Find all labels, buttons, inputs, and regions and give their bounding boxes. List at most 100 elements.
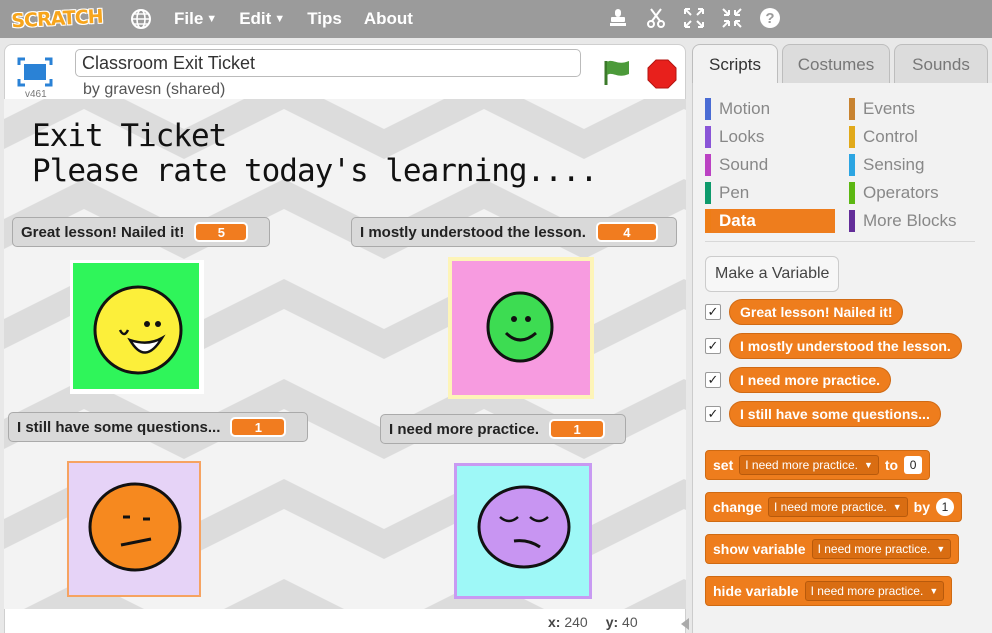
- dropdown-value: I need more practice.: [810, 584, 924, 598]
- project-title-input[interactable]: [75, 49, 581, 77]
- y-value: 40: [622, 614, 638, 630]
- caret-down-icon: ▼: [863, 460, 873, 470]
- variable-monitor[interactable]: I still have some questions... 1: [8, 412, 308, 442]
- green-flag-icon[interactable]: [601, 57, 633, 87]
- variable-dropdown[interactable]: I need more practice. ▼: [804, 581, 945, 601]
- change-variable-block[interactable]: change I need more practice. ▼ by 1: [705, 492, 963, 522]
- x-value: 240: [564, 614, 588, 630]
- menu-edit[interactable]: Edit ▼: [239, 9, 285, 29]
- show-variable-block[interactable]: show variable I need more practice. ▼: [705, 534, 960, 564]
- variable-reporter[interactable]: I still have some questions...: [729, 401, 941, 427]
- value-input[interactable]: 0: [904, 456, 923, 474]
- variable-row: ✓ I need more practice.: [705, 367, 892, 393]
- menu-about[interactable]: About: [364, 9, 413, 29]
- smiling-face-sprite[interactable]: [448, 257, 594, 399]
- variable-monitor[interactable]: Great lesson! Nailed it! 5: [12, 217, 270, 247]
- category-color-bar: [705, 154, 711, 176]
- menu-tips[interactable]: Tips: [307, 9, 342, 29]
- category-color-bar: [705, 182, 711, 204]
- category-data[interactable]: Data: [705, 209, 835, 233]
- tab-sounds[interactable]: Sounds: [894, 44, 988, 84]
- menu-tips-label: Tips: [307, 9, 342, 28]
- category-looks[interactable]: Looks: [705, 125, 764, 149]
- variable-reporter[interactable]: I mostly understood the lesson.: [729, 333, 962, 359]
- duplicate-stamp-icon[interactable]: [606, 6, 630, 30]
- variable-reporter[interactable]: Great lesson! Nailed it!: [729, 299, 904, 325]
- dropdown-value: I need more practice.: [774, 500, 887, 514]
- category-label: Control: [863, 127, 918, 146]
- stage-title-line1: Exit Ticket: [32, 118, 227, 154]
- category-label: Operators: [863, 183, 939, 202]
- cut-scissors-icon[interactable]: [644, 6, 668, 30]
- show-variable-checkbox[interactable]: ✓: [705, 304, 721, 320]
- value-input[interactable]: 1: [936, 498, 955, 516]
- category-sound[interactable]: Sound: [705, 153, 768, 177]
- category-operators[interactable]: Operators: [849, 181, 939, 205]
- stage-title-line2: Please rate today's learning....: [32, 153, 598, 189]
- variable-dropdown[interactable]: I need more practice. ▼: [739, 455, 879, 475]
- variable-monitor[interactable]: I need more practice. 1: [380, 414, 626, 444]
- shrink-icon[interactable]: [720, 6, 744, 30]
- menu-file[interactable]: File ▼: [174, 9, 217, 29]
- category-label: Sensing: [863, 155, 925, 174]
- help-icon[interactable]: ?: [758, 6, 782, 30]
- category-label: Motion: [719, 99, 771, 118]
- category-color-bar: [705, 98, 711, 120]
- stage-title-text: Exit Ticket Please rate today's learning…: [32, 118, 598, 189]
- variable-row: ✓ Great lesson! Nailed it!: [705, 299, 904, 325]
- stop-sign-icon[interactable]: [647, 59, 677, 89]
- show-variable-checkbox[interactable]: ✓: [705, 372, 721, 388]
- category-color-bar: [849, 98, 855, 120]
- menu-edit-label: Edit: [239, 9, 272, 28]
- monitor-value: 1: [230, 417, 287, 437]
- stage-header: v461 by gravesn (shared): [5, 45, 687, 101]
- language-globe-icon[interactable]: [130, 8, 152, 30]
- category-events[interactable]: Events: [849, 97, 915, 121]
- category-control[interactable]: Control: [849, 125, 918, 149]
- variable-monitor[interactable]: I mostly understood the lesson. 4: [351, 217, 677, 247]
- monitor-value: 4: [595, 222, 658, 242]
- variable-dropdown[interactable]: I need more practice. ▼: [768, 497, 908, 517]
- caret-down-icon: ▼: [936, 544, 946, 554]
- show-variable-checkbox[interactable]: ✓: [705, 338, 721, 354]
- monitor-label: I still have some questions...: [17, 418, 221, 436]
- laughing-face-sprite[interactable]: [70, 260, 204, 394]
- category-more-blocks[interactable]: More Blocks: [849, 209, 957, 233]
- variable-reporter[interactable]: I need more practice.: [729, 367, 892, 393]
- presentation-mode-icon[interactable]: [17, 57, 53, 87]
- grow-icon[interactable]: [682, 6, 706, 30]
- category-color-bar: [849, 182, 855, 204]
- monitor-label: I mostly understood the lesson.: [360, 223, 586, 241]
- menu-bar: SCRATCH File ▼ Edit ▼ Tips About ?: [0, 0, 992, 38]
- scroll-left-arrow-icon[interactable]: [680, 617, 690, 631]
- sad-face-sprite[interactable]: [454, 463, 592, 599]
- stage-canvas[interactable]: Exit Ticket Please rate today's learning…: [4, 99, 686, 609]
- palette-divider: [705, 241, 975, 242]
- scratch-editor: SCRATCH File ▼ Edit ▼ Tips About ? v461 …: [0, 0, 992, 633]
- category-color-bar: [849, 126, 855, 148]
- category-label: Sound: [719, 155, 769, 174]
- scratch-logo[interactable]: SCRATCH: [11, 3, 103, 36]
- caret-down-icon: ▼: [892, 502, 902, 512]
- variable-row: ✓ I mostly understood the lesson.: [705, 333, 962, 359]
- dropdown-value: I need more practice.: [817, 542, 931, 556]
- category-label: Pen: [719, 183, 750, 202]
- make-variable-button[interactable]: Make a Variable: [705, 256, 840, 292]
- category-color-bar: [849, 154, 855, 176]
- neutral-face-sprite[interactable]: [67, 461, 201, 597]
- editor-tabs: Scripts Costumes Sounds: [692, 44, 988, 84]
- tab-costumes[interactable]: Costumes: [782, 44, 890, 84]
- dropdown-value: I need more practice.: [745, 458, 858, 472]
- category-label: More Blocks: [863, 211, 957, 230]
- category-pen[interactable]: Pen: [705, 181, 749, 205]
- category-sensing[interactable]: Sensing: [849, 153, 924, 177]
- monitor-label: I need more practice.: [389, 420, 540, 438]
- category-motion[interactable]: Motion: [705, 97, 770, 121]
- show-variable-checkbox[interactable]: ✓: [705, 406, 721, 422]
- set-variable-block[interactable]: set I need more practice. ▼ to 0: [705, 450, 931, 480]
- svg-text:?: ?: [765, 10, 774, 27]
- variable-dropdown[interactable]: I need more practice. ▼: [811, 539, 952, 559]
- tab-scripts[interactable]: Scripts: [692, 44, 778, 84]
- hide-variable-block[interactable]: hide variable I need more practice. ▼: [705, 576, 953, 606]
- y-label: y:: [605, 614, 619, 630]
